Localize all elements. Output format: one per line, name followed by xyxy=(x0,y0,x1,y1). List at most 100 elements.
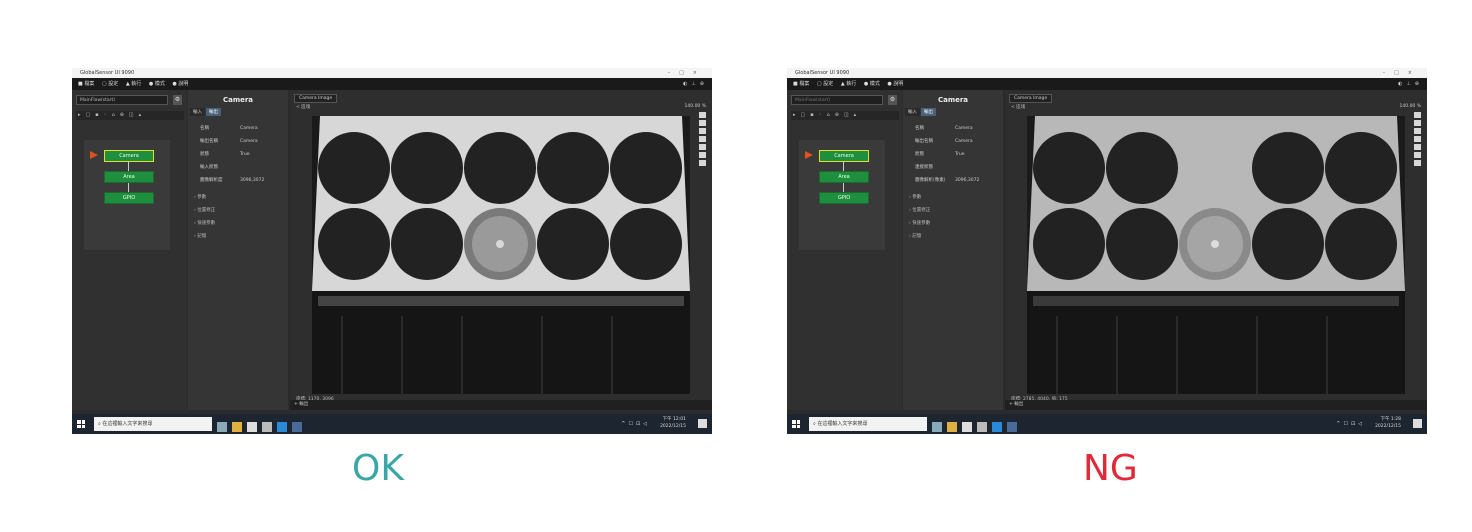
menu-bar: ■ 檔案 ▢ 設定 ▲ 執行 ● 模式 ● 說明 ◐⊥⊕ xyxy=(787,78,1427,90)
menu-file[interactable]: ■ 檔案 xyxy=(78,81,94,87)
property-row: 輸出名稱 Camera xyxy=(200,139,258,144)
node-area[interactable]: Area xyxy=(819,171,869,183)
menu-mode[interactable]: ● 模式 xyxy=(149,81,165,87)
property-row: 圖像解析(像素) 3096,3072 xyxy=(915,178,980,183)
title-bar: GlobalSensor UI 9090 –□× xyxy=(787,68,1427,78)
connector xyxy=(843,183,844,192)
window-title: GlobalSensor UI 9090 xyxy=(795,70,850,76)
property-tabs: 輸入 輸出 xyxy=(905,108,937,116)
section-position[interactable]: › 位置修正 xyxy=(194,207,215,213)
property-row: 狀態 True xyxy=(915,152,965,157)
flow-canvas: Camera Area GPIO xyxy=(84,140,170,250)
tab-output[interactable]: 輸出 xyxy=(206,108,221,116)
folder-icon[interactable] xyxy=(947,422,957,432)
menu-run[interactable]: ▲ 執行 xyxy=(841,81,856,87)
output-bar[interactable]: + 輸出 xyxy=(1005,400,1427,410)
node-gpio[interactable]: GPIO xyxy=(819,192,869,204)
panel-title: Camera xyxy=(222,96,254,104)
input-arrow-icon xyxy=(90,151,98,159)
taskbar-search-input[interactable]: ⌕ 在這裡輸入文字來搜尋 xyxy=(94,417,212,431)
node-camera[interactable]: Camera xyxy=(104,150,154,162)
tray-icons[interactable]: ^☐⊡◁ xyxy=(621,421,650,427)
section-params[interactable]: › 參數 xyxy=(194,194,206,200)
taskbar-search-input[interactable]: ⌕ 在這裡輸入文字來搜尋 xyxy=(809,417,927,431)
tab-input[interactable]: 輸入 xyxy=(905,108,920,116)
menu-help[interactable]: ● 說明 xyxy=(887,81,903,87)
zoom-level: 140.00 % xyxy=(1399,104,1421,109)
output-bar[interactable]: + 輸出 xyxy=(290,400,712,410)
gear-icon[interactable]: ⚙ xyxy=(173,95,182,105)
menu-settings[interactable]: ▢ 設定 xyxy=(102,81,118,87)
tray-icons[interactable]: ^☐⊡◁ xyxy=(1336,421,1365,427)
taskbar-apps xyxy=(217,417,307,432)
tab-camera-image[interactable]: Camera Image xyxy=(1009,94,1053,103)
app-icon[interactable] xyxy=(962,422,972,432)
menu-help[interactable]: ● 說明 xyxy=(172,81,188,87)
title-bar: GlobalSensor UI 9090 –□× xyxy=(72,68,712,78)
tab-camera-image[interactable]: Camera Image xyxy=(294,94,338,103)
edge-icon[interactable] xyxy=(277,422,287,432)
section-params[interactable]: › 參數 xyxy=(909,194,921,200)
menu-bar: ■ 檔案 ▢ 設定 ▲ 執行 ● 模式 ● 說明 ◐⊥⊕ xyxy=(72,78,712,90)
menu-file[interactable]: ■ 檔案 xyxy=(793,81,809,87)
tab-output[interactable]: 輸出 xyxy=(921,108,936,116)
breadcrumb[interactable]: < 區塊 xyxy=(1011,104,1025,110)
notification-icon[interactable] xyxy=(698,419,707,428)
property-row: 輸入狀態 xyxy=(200,165,218,170)
property-pane: Camera 輸入 輸出 名稱 Camera 輸出名稱 Camera 狀態 True 連… xyxy=(903,90,1003,410)
task-view-icon[interactable] xyxy=(217,422,227,432)
window-controls[interactable]: –□× xyxy=(668,68,706,78)
view-tools[interactable] xyxy=(699,112,706,168)
property-row: 名稱 Camera xyxy=(200,126,258,131)
app-icon[interactable] xyxy=(247,422,257,432)
section-position[interactable]: › 位置修正 xyxy=(909,207,930,213)
windows-start-icon[interactable] xyxy=(77,420,85,428)
task-view-icon[interactable] xyxy=(932,422,942,432)
notification-icon[interactable] xyxy=(1413,419,1422,428)
panel-title: Camera xyxy=(937,96,969,104)
flow-pane: MainFlow(start) ⚙ ▸▢▪◦⌂⊕◫▴ Camera Area G… xyxy=(787,90,902,410)
menu-right-icons[interactable]: ◐⊥⊕ xyxy=(683,78,708,90)
camera-image[interactable] xyxy=(1027,116,1405,394)
image-view-pane: Camera Image < 區塊 140.00 % 座標: 1170, 309… xyxy=(290,90,712,410)
flow-toolbar[interactable]: ▸▢▪◦⌂⊕◫▴ xyxy=(791,111,899,120)
menu-right-icons[interactable]: ◐⊥⊕ xyxy=(1398,78,1423,90)
ng-screenshot: GlobalSensor UI 9090 –□× ■ 檔案 ▢ 設定 ▲ 執行 … xyxy=(787,68,1427,434)
window-controls[interactable]: –□× xyxy=(1383,68,1421,78)
flow-select[interactable]: MainFlow(start) xyxy=(791,95,883,105)
section-quick[interactable]: › 快速參數 xyxy=(909,220,930,226)
breadcrumb[interactable]: < 區塊 xyxy=(296,104,310,110)
view-tools[interactable] xyxy=(1414,112,1421,168)
menu-mode[interactable]: ● 模式 xyxy=(864,81,880,87)
ok-screenshot: GlobalSensor UI 9090 –□× ■ 檔案 ▢ 設定 ▲ 執行 … xyxy=(72,68,712,434)
window-title: GlobalSensor UI 9090 xyxy=(80,70,135,76)
app-icon[interactable] xyxy=(262,422,272,432)
menu-run[interactable]: ▲ 執行 xyxy=(126,81,141,87)
clock[interactable]: 下午 12:01 2022/12/15 xyxy=(660,416,686,430)
edge-icon[interactable] xyxy=(992,422,1002,432)
property-row: 連接狀態 xyxy=(915,165,933,170)
windows-start-icon[interactable] xyxy=(792,420,800,428)
result-label-ok: OK xyxy=(352,448,404,489)
app-icon[interactable] xyxy=(1007,422,1017,432)
flow-toolbar[interactable]: ▸▢▪◦⌂⊕◫▴ xyxy=(76,111,184,120)
node-area[interactable]: Area xyxy=(104,171,154,183)
tab-input[interactable]: 輸入 xyxy=(190,108,205,116)
flow-select[interactable]: MainFlow(start) xyxy=(76,95,168,105)
section-memory[interactable]: › 記憶 xyxy=(194,233,206,239)
property-row: 狀態 True xyxy=(200,152,250,157)
app-icon[interactable] xyxy=(292,422,302,432)
section-memory[interactable]: › 記憶 xyxy=(909,233,921,239)
section-quick[interactable]: › 快速參數 xyxy=(194,220,215,226)
menu-settings[interactable]: ▢ 設定 xyxy=(817,81,833,87)
clock[interactable]: 下午 1:28 2022/12/15 xyxy=(1375,416,1401,430)
node-camera[interactable]: Camera xyxy=(819,150,869,162)
result-label-ng: NG xyxy=(1083,448,1138,489)
app-icon[interactable] xyxy=(977,422,987,432)
image-view-pane: Camera Image < 區塊 140.00 % 座標: 2785, 404… xyxy=(1005,90,1427,410)
camera-image[interactable] xyxy=(312,116,690,394)
folder-icon[interactable] xyxy=(232,422,242,432)
property-row: 圖像解析度 3096,3072 xyxy=(200,178,265,183)
gear-icon[interactable]: ⚙ xyxy=(888,95,897,105)
node-gpio[interactable]: GPIO xyxy=(104,192,154,204)
